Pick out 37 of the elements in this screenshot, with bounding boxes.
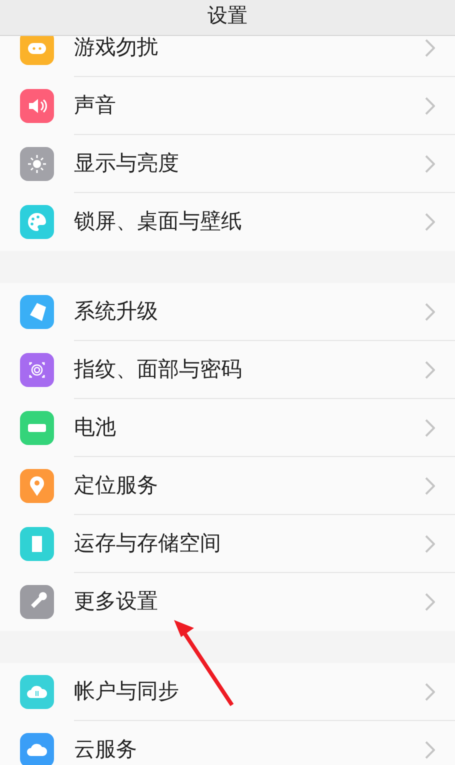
settings-item[interactable]: 更多设置 xyxy=(0,573,455,631)
chevron-right-icon xyxy=(425,593,435,611)
settings-item[interactable]: 指纹、面部与密码 xyxy=(0,341,455,399)
chevron-right-icon xyxy=(425,213,435,231)
chevron-right-icon xyxy=(425,741,435,759)
item-label: 系统升级 xyxy=(74,298,159,325)
settings-item[interactable]: 云服务 xyxy=(0,721,455,765)
chevron-right-icon xyxy=(425,682,435,700)
settings-item[interactable]: 游戏勿扰 xyxy=(0,36,455,77)
settings-item[interactable]: 声音 xyxy=(0,77,455,135)
window-title: 设置 xyxy=(208,3,248,27)
item-label: 更多设置 xyxy=(74,588,159,616)
settings-item[interactable]: 帐户与同步 xyxy=(0,663,455,721)
chevron-right-icon xyxy=(425,476,435,494)
chevron-right-icon xyxy=(425,360,435,378)
item-label: 云服务 xyxy=(74,736,138,764)
item-label: 电池 xyxy=(74,414,117,441)
chevron-right-icon xyxy=(425,38,435,56)
item-label: 显示与亮度 xyxy=(74,150,180,177)
item-label: 游戏勿扰 xyxy=(74,36,159,61)
item-label: 指纹、面部与密码 xyxy=(74,356,243,383)
settings-item[interactable]: 运存与存储空间 xyxy=(0,515,455,573)
item-label: 锁屏、桌面与壁纸 xyxy=(74,208,243,236)
settings-item[interactable]: 系统升级 xyxy=(0,283,455,341)
chevron-right-icon xyxy=(425,154,435,172)
settings-item[interactable]: 定位服务 xyxy=(0,457,455,515)
item-label: 运存与存储空间 xyxy=(74,530,222,557)
settings-item[interactable]: 电池 xyxy=(0,399,455,457)
chevron-right-icon xyxy=(425,302,435,320)
chevron-right-icon xyxy=(425,96,435,114)
chevron-right-icon xyxy=(425,534,435,552)
chevron-right-icon xyxy=(425,418,435,436)
item-label: 定位服务 xyxy=(74,472,159,499)
item-label: 帐户与同步 xyxy=(74,678,180,705)
settings-item[interactable]: 锁屏、桌面与壁纸 xyxy=(0,193,455,251)
item-label: 声音 xyxy=(74,92,117,119)
settings-item[interactable]: 显示与亮度 xyxy=(0,135,455,193)
